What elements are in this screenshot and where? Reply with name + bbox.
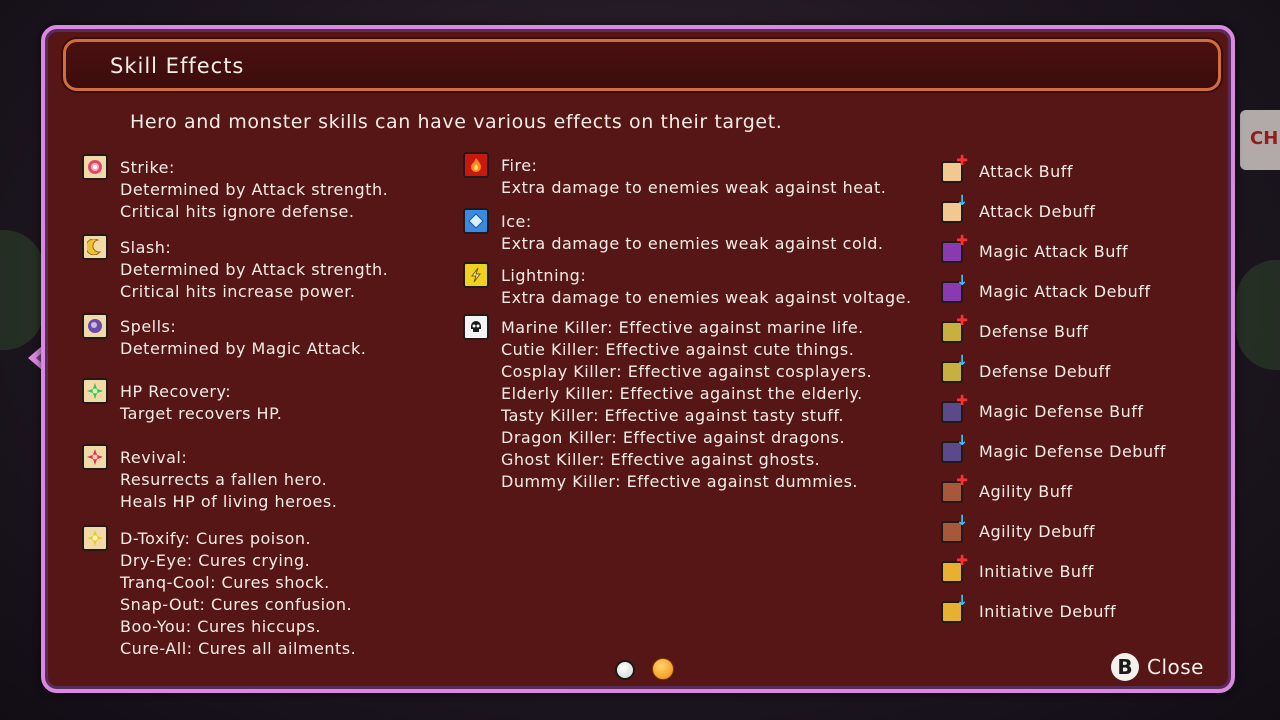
slash-icon xyxy=(82,234,108,260)
title-bar: Skill Effects xyxy=(63,39,1221,91)
magic-attack-buff-icon: ✚ xyxy=(941,234,968,264)
page-dot-1[interactable] xyxy=(615,660,635,680)
initiative-buff-label: Initiative Buff xyxy=(979,561,1094,581)
agility-debuff-label: Agility Debuff xyxy=(979,521,1095,541)
skill-effects-panel: Skill Effects Hero and monster skills ca… xyxy=(41,25,1235,693)
strike-text: Strike: Determined by Attack strength. C… xyxy=(120,158,389,221)
lightning-icon xyxy=(463,262,489,288)
magic-defense-buff-row: ✚ Magic Defense Buff xyxy=(941,394,1144,424)
cures-text: D-Toxify: Cures poison. Dry-Eye: Cures c… xyxy=(120,529,357,658)
defense-debuff-icon: ↓ xyxy=(941,354,968,384)
background-sign-text: CH xyxy=(1250,128,1279,149)
agility-debuff-row: ↓ Agility Debuff xyxy=(941,514,1095,544)
panel-title: Skill Effects xyxy=(110,54,245,78)
magic-defense-debuff-row: ↓ Magic Defense Debuff xyxy=(941,434,1166,464)
magic-attack-debuff-row: ↓ Magic Attack Debuff xyxy=(941,274,1151,304)
magic-defense-debuff-icon: ↓ xyxy=(941,434,968,464)
attack-buff-row: ✚ Attack Buff xyxy=(941,154,1074,184)
revival-text: Revival: Resurrects a fallen hero. Heals… xyxy=(120,448,338,511)
agility-buff-icon: ✚ xyxy=(941,474,968,504)
defense-buff-label: Defense Buff xyxy=(979,321,1089,341)
hp-recovery-text: HP Recovery: Target recovers HP. xyxy=(120,382,283,423)
page-dot-2-active[interactable] xyxy=(652,658,674,680)
spells-text: Spells: Determined by Magic Attack. xyxy=(120,317,367,358)
close-label: Close xyxy=(1147,655,1204,679)
magic-defense-buff-label: Magic Defense Buff xyxy=(979,401,1144,421)
background-sign: CH xyxy=(1240,110,1280,170)
fire-icon xyxy=(463,152,489,178)
background-creature-right xyxy=(1236,260,1280,370)
initiative-buff-row: ✚ Initiative Buff xyxy=(941,554,1094,584)
spells-entry: Spells: Determined by Magic Attack. xyxy=(82,313,367,360)
fire-text: Fire: Extra damage to enemies weak again… xyxy=(501,156,887,197)
strike-entry: Strike: Determined by Attack strength. C… xyxy=(82,154,389,223)
defense-debuff-label: Defense Debuff xyxy=(979,361,1111,381)
skull-icon xyxy=(463,314,489,340)
revival-entry: Revival: Resurrects a fallen hero. Heals… xyxy=(82,444,338,513)
initiative-debuff-label: Initiative Debuff xyxy=(979,601,1117,621)
defense-debuff-row: ↓ Defense Debuff xyxy=(941,354,1111,384)
attack-debuff-icon: ↓ xyxy=(941,194,968,224)
magic-attack-buff-label: Magic Attack Buff xyxy=(979,241,1129,261)
attack-debuff-row: ↓ Attack Debuff xyxy=(941,194,1096,224)
cures-entry: D-Toxify: Cures poison. Dry-Eye: Cures c… xyxy=(82,525,357,660)
slash-text: Slash: Determined by Attack strength. Cr… xyxy=(120,238,389,301)
initiative-debuff-row: ↓ Initiative Debuff xyxy=(941,594,1117,624)
revival-icon xyxy=(82,444,108,470)
strike-icon xyxy=(82,154,108,180)
cure-icon xyxy=(82,525,108,551)
initiative-buff-icon: ✚ xyxy=(941,554,968,584)
magic-attack-debuff-label: Magic Attack Debuff xyxy=(979,281,1151,301)
agility-debuff-icon: ↓ xyxy=(941,514,968,544)
killer-text: Marine Killer: Effective against marine … xyxy=(501,318,873,491)
attack-buff-label: Attack Buff xyxy=(979,161,1074,181)
b-button-icon: B xyxy=(1111,653,1139,681)
spells-icon xyxy=(82,313,108,339)
attack-debuff-label: Attack Debuff xyxy=(979,201,1096,221)
slash-entry: Slash: Determined by Attack strength. Cr… xyxy=(82,234,389,303)
initiative-debuff-icon: ↓ xyxy=(941,594,968,624)
defense-buff-row: ✚ Defense Buff xyxy=(941,314,1089,344)
ice-icon xyxy=(463,208,489,234)
magic-attack-buff-row: ✚ Magic Attack Buff xyxy=(941,234,1129,264)
ice-text: Ice: Extra damage to enemies weak agains… xyxy=(501,212,884,253)
attack-buff-icon: ✚ xyxy=(941,154,968,184)
magic-defense-debuff-label: Magic Defense Debuff xyxy=(979,441,1166,461)
fire-entry: Fire: Extra damage to enemies weak again… xyxy=(463,152,887,199)
background-creature-left xyxy=(0,230,44,350)
defense-buff-icon: ✚ xyxy=(941,314,968,344)
agility-buff-label: Agility Buff xyxy=(979,481,1073,501)
agility-buff-row: ✚ Agility Buff xyxy=(941,474,1073,504)
hp-recovery-entry: HP Recovery: Target recovers HP. xyxy=(82,378,283,425)
killer-entry: Marine Killer: Effective against marine … xyxy=(463,314,873,493)
close-button[interactable]: B Close xyxy=(1111,653,1204,681)
magic-defense-buff-icon: ✚ xyxy=(941,394,968,424)
lightning-text: Lightning: Extra damage to enemies weak … xyxy=(501,266,912,307)
ice-entry: Ice: Extra damage to enemies weak agains… xyxy=(463,208,884,255)
intro-text: Hero and monster skills can have various… xyxy=(130,111,783,133)
hp-recovery-icon xyxy=(82,378,108,404)
magic-attack-debuff-icon: ↓ xyxy=(941,274,968,304)
lightning-entry: Lightning: Extra damage to enemies weak … xyxy=(463,262,912,309)
